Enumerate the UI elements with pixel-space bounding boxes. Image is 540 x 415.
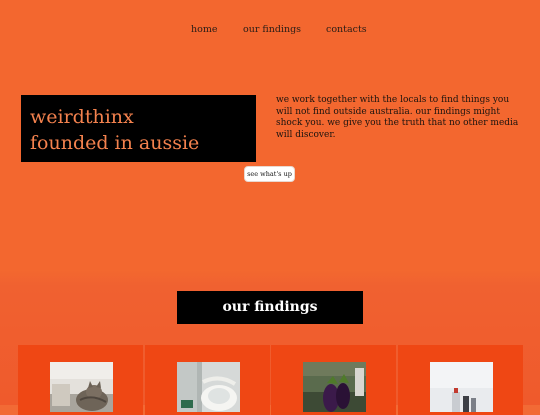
nav-home-link[interactable]: home: [191, 24, 217, 35]
hero-title-box: weirdthinx founded in aussie: [21, 95, 256, 162]
hero-title-line-2: founded in aussie: [30, 132, 200, 154]
see-whats-up-button[interactable]: see what's up: [244, 166, 295, 182]
findings-heading: our findings: [177, 291, 363, 324]
hero-description: we work together with the locals to find…: [276, 95, 519, 141]
top-nav: home our findings contacts: [0, 24, 540, 40]
hero-title-line-1: weirdthinx: [30, 106, 134, 128]
nav-contacts-link[interactable]: contacts: [326, 24, 367, 35]
nav-our-findings-link[interactable]: our findings: [243, 24, 301, 35]
